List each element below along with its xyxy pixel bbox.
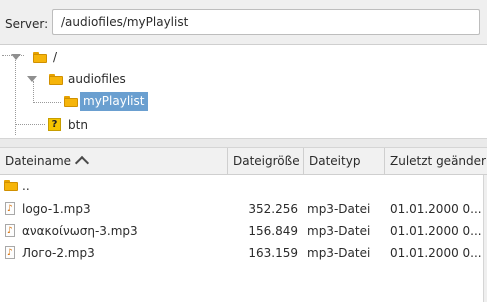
file-name: logo-1.mp3 [22,202,91,216]
file-modified: 01.01.2000 0... [390,224,482,238]
column-header-label: Zuletzt geänder [390,154,486,168]
expand-arrow-icon[interactable] [11,54,21,60]
sort-ascending-icon [74,155,90,171]
tree-item-label: btn [68,118,88,132]
file-size: 156.849 [248,224,298,238]
folder-icon [49,74,63,85]
file-name: .. [22,179,30,193]
file-list: .. ♪ logo-1.mp3 352.256 mp3-Datei 01.01.… [0,175,487,302]
column-header-label: Dateigröße [233,154,300,168]
column-header-filename[interactable]: Dateiname [0,148,228,174]
audio-file-icon: ♪ [5,202,15,215]
tree-connector [33,81,34,103]
file-type: mp3-Datei [307,224,371,238]
audio-file-icon: ♪ [5,246,15,259]
tree-connector [15,55,16,135]
column-header-label: Dateityp [309,154,361,168]
tree-connector [33,102,61,103]
tree-item-label: myPlaylist [80,92,149,111]
file-type: mp3-Datei [307,246,371,260]
column-header-filetype[interactable]: Dateityp [304,148,385,174]
tree-connector [15,124,45,125]
pane-splitter[interactable] [0,138,487,148]
table-row[interactable]: ♪ logo-1.mp3 352.256 mp3-Datei 01.01.200… [0,198,487,220]
column-header-label: Dateiname [5,154,72,168]
folder-icon [33,52,47,63]
table-row[interactable]: ♪ ανακοίνωση-3.mp3 156.849 mp3-Datei 01.… [0,220,487,242]
tree-item-label: audiofiles [68,72,126,86]
file-modified: 01.01.2000 0... [390,246,482,260]
file-size: 352.256 [248,202,298,216]
server-label: Server: [5,17,49,31]
remote-directory-tree: / audiofiles myPlaylist ? btn [0,45,487,138]
table-row[interactable]: ♪ Лого-2.mp3 163.159 mp3-Datei 01.01.200… [0,242,487,264]
folder-icon [4,180,18,191]
file-list-header: Dateiname Dateigröße Dateityp Zuletzt ge… [0,148,487,175]
vertical-scrollbar[interactable] [483,175,487,302]
unknown-folder-icon: ? [48,118,61,131]
audio-file-icon: ♪ [5,224,15,237]
table-row[interactable]: .. [0,175,487,197]
server-path-input[interactable]: /audiofiles/myPlaylist [52,9,480,35]
file-name: ανακοίνωση-3.mp3 [22,224,138,238]
server-path-bar: Server: /audiofiles/myPlaylist [0,0,487,45]
folder-icon [64,96,78,107]
file-name: Лого-2.mp3 [22,246,95,260]
expand-arrow-icon[interactable] [27,76,37,82]
file-size: 163.159 [248,246,298,260]
column-header-modified[interactable]: Zuletzt geänder [385,148,487,174]
file-type: mp3-Datei [307,202,371,216]
column-header-filesize[interactable]: Dateigröße [228,148,304,174]
file-modified: 01.01.2000 0... [390,202,482,216]
tree-item-label: / [53,50,58,64]
